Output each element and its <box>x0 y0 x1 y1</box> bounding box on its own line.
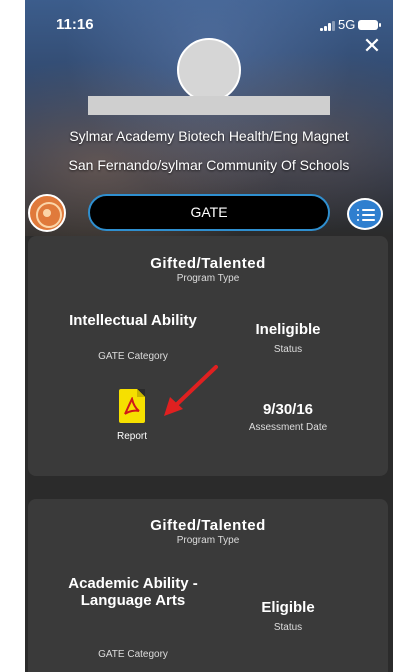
phone-screen: 11:16 5G ✕ Sylmar Academy Biotech Health… <box>25 0 393 672</box>
gate-record-card: Gifted/Talented Program Type Academic Ab… <box>28 499 388 672</box>
school-logo-icon[interactable] <box>28 194 66 232</box>
gate-category-value: Academic Ability - Language Arts <box>68 575 198 609</box>
gate-category-value: Intellectual Ability <box>69 312 197 329</box>
gate-category-label: GATE Category <box>98 649 168 660</box>
status-bar: 11:16 5G <box>25 16 393 36</box>
network-type: 5G <box>338 17 356 32</box>
program-type-value: Gifted/Talented <box>150 255 266 272</box>
gate-record-card: Gifted/Talented Program Type Intellectua… <box>28 236 388 476</box>
battery-icon <box>358 20 381 30</box>
close-icon[interactable]: ✕ <box>362 35 382 57</box>
profile-header: 11:16 5G ✕ Sylmar Academy Biotech Health… <box>25 0 393 236</box>
pdf-report-icon[interactable] <box>119 389 145 423</box>
status-label: Status <box>273 622 303 633</box>
list-icon[interactable] <box>347 198 383 230</box>
signal-icon <box>320 21 335 31</box>
avatar <box>177 38 241 102</box>
program-type-value: Gifted/Talented <box>150 517 266 534</box>
report-link[interactable]: Report <box>98 431 166 442</box>
program-type-label: Program Type <box>176 273 240 284</box>
student-name-redacted <box>88 96 330 115</box>
community-name: San Fernando/sylmar Community Of Schools <box>68 157 350 173</box>
assessment-date-label: Assessment Date <box>248 422 328 433</box>
program-selector[interactable]: GATE <box>88 194 330 231</box>
status-time: 11:16 <box>56 16 94 33</box>
status-value: Eligible <box>261 599 315 616</box>
status-value: Ineligible <box>255 321 321 338</box>
annotation-arrow-icon <box>164 365 218 416</box>
status-label: Status <box>273 344 303 355</box>
program-type-label: Program Type <box>176 535 240 546</box>
assessment-date-value: 9/30/16 <box>262 401 314 418</box>
records-list: Gifted/Talented Program Type Intellectua… <box>25 236 393 672</box>
school-name: Sylmar Academy Biotech Health/Eng Magnet <box>69 128 349 144</box>
